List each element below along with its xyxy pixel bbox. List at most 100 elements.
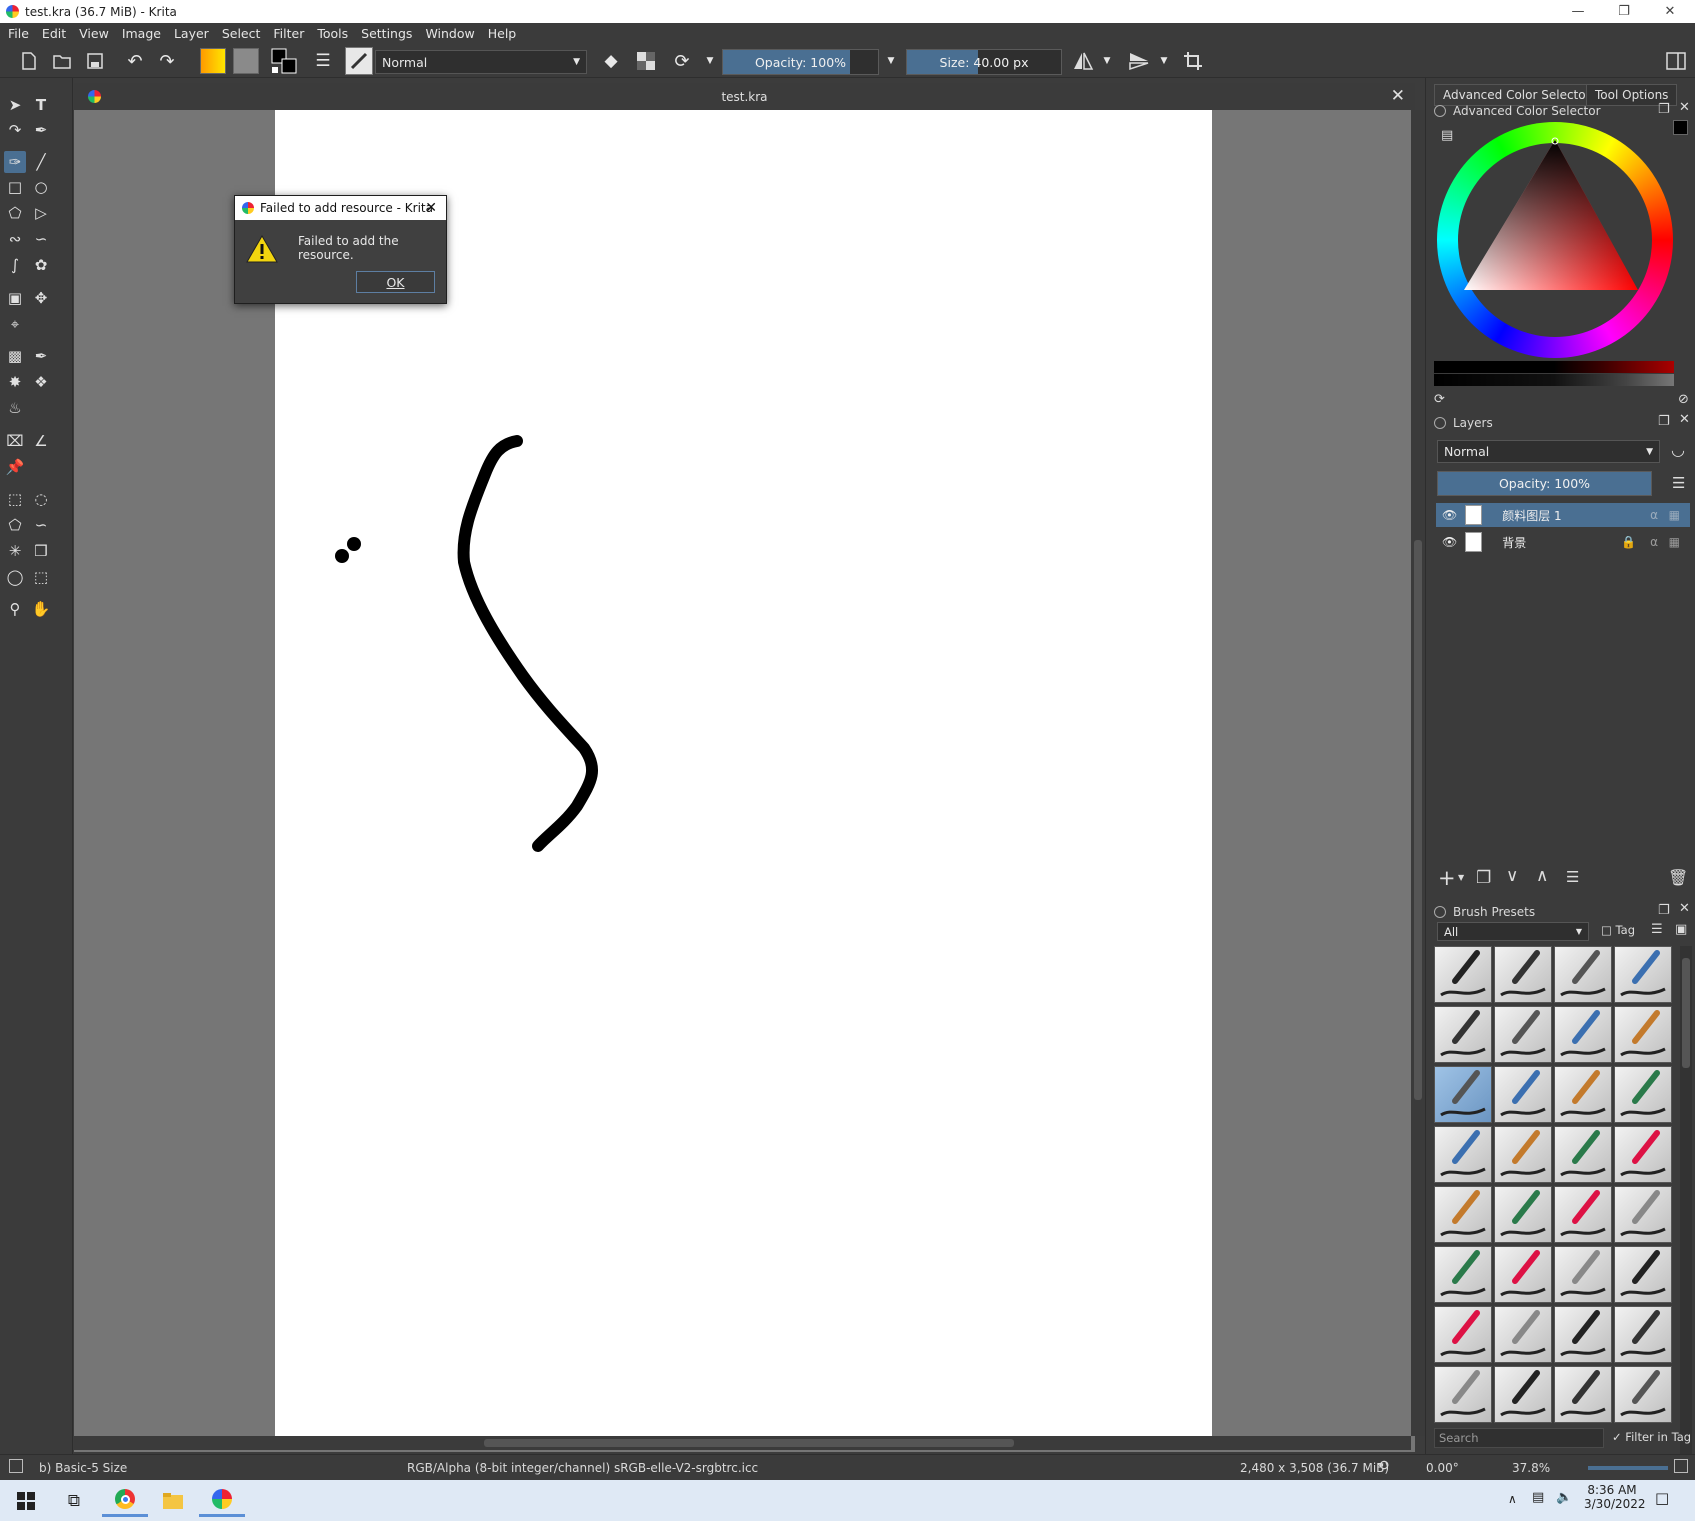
alpha-lock-icon[interactable]: α — [1650, 508, 1658, 522]
brush-grid-scrollbar[interactable] — [1680, 946, 1692, 1506]
preserve-alpha-icon[interactable] — [635, 50, 657, 72]
line-tool-icon[interactable]: ╱ — [30, 151, 52, 173]
zoom-slider[interactable] — [1588, 1466, 1668, 1470]
multibrush-tool-icon[interactable]: ✿ — [30, 254, 52, 276]
polygon-tool-icon[interactable]: ⬠ — [4, 202, 26, 224]
dynamic-brush-tool-icon[interactable]: ∫ — [4, 254, 26, 276]
fill-tool-icon[interactable]: ♨ — [4, 397, 26, 419]
opacity-dropdown-icon[interactable]: ▼ — [884, 50, 898, 72]
rectangle-tool-icon[interactable]: □ — [4, 176, 26, 198]
menu-file[interactable]: File — [8, 26, 29, 41]
brush-preset-tile[interactable] — [1614, 1006, 1672, 1063]
brush-grid-scroll-thumb[interactable] — [1682, 958, 1690, 1068]
brush-settings-icon[interactable]: ☰ — [312, 50, 334, 72]
similar-color-selection-tool-icon[interactable]: ❒ — [30, 540, 52, 562]
layer-properties-icon[interactable]: ☰ — [1566, 868, 1579, 886]
notifications-icon[interactable]: □ — [1655, 1489, 1669, 1507]
layer-opacity-slider[interactable]: Opacity: 100% — [1437, 471, 1652, 496]
document-tab[interactable]: test.kra ✕ — [74, 83, 1415, 110]
duplicate-layer-icon[interactable]: ❐ — [1476, 868, 1491, 888]
calligraphy-tool-icon[interactable]: ✒ — [30, 119, 52, 141]
reference-images-tool-icon[interactable]: 📌 — [4, 456, 26, 478]
menu-layer[interactable]: Layer — [174, 26, 209, 41]
edit-shapes-tool-icon[interactable]: ↷ — [4, 119, 26, 141]
brush-preset-tile[interactable] — [1494, 1126, 1552, 1183]
freehand-path-tool-icon[interactable]: ∽ — [30, 228, 52, 250]
inherit-alpha-icon[interactable]: ▦ — [1669, 535, 1680, 549]
move-layer-up-icon[interactable]: ∧ — [1536, 866, 1548, 886]
mirror-horizontal-icon[interactable] — [1071, 50, 1095, 72]
toggle-dockers-icon[interactable] — [1664, 50, 1688, 72]
elliptical-selection-tool-icon[interactable]: ◌ — [30, 488, 52, 510]
brush-preset-tile[interactable] — [1554, 1246, 1612, 1303]
menu-edit[interactable]: Edit — [42, 26, 66, 41]
brush-preset-tile[interactable] — [1494, 1186, 1552, 1243]
brush-preset-tile[interactable] — [1434, 946, 1492, 1003]
fit-screen-icon[interactable] — [1674, 1459, 1688, 1473]
blend-mode-select[interactable]: Normal ▼ — [375, 50, 587, 74]
float-docker-icon[interactable]: ❐ — [1658, 903, 1670, 918]
inherit-alpha-icon[interactable]: ▦ — [1669, 508, 1680, 522]
freehand-selection-tool-icon[interactable]: ∽ — [30, 514, 52, 536]
alpha-lock-icon[interactable]: α — [1650, 535, 1658, 549]
brush-preset-tile[interactable] — [1434, 1366, 1492, 1423]
pan-tool-icon[interactable]: ✋ — [30, 598, 52, 620]
reload-preset-icon[interactable]: ⟳ — [671, 50, 693, 72]
bezier-selection-tool-icon[interactable]: ◯ — [4, 566, 26, 588]
drawing-canvas[interactable] — [275, 110, 1212, 1436]
move-layer-down-icon[interactable]: ∨ — [1506, 866, 1518, 886]
close-window-button[interactable]: ✕ — [1647, 0, 1693, 23]
rotation-reset-icon[interactable]: ⟲ — [1377, 1458, 1389, 1474]
assistant-tool-icon[interactable]: ⌧ — [4, 430, 26, 452]
layer-row-paint[interactable]: 👁 颜料图层 1 α ▦ — [1436, 503, 1690, 527]
view-mode-icon[interactable]: ☰ — [1651, 922, 1663, 937]
windows-start-icon[interactable] — [3, 1484, 49, 1517]
lock-icon[interactable] — [1434, 417, 1446, 429]
brush-preset-tile[interactable] — [1494, 946, 1552, 1003]
menu-window[interactable]: Window — [425, 26, 474, 41]
add-layer-dropdown-icon[interactable]: ▼ — [1458, 873, 1464, 882]
gradient-tool-icon[interactable]: ▩ — [4, 345, 26, 367]
tag-button[interactable]: □ Tag — [1601, 923, 1635, 937]
filter-in-tag-checkbox[interactable]: ✓ Filter in Tag — [1612, 1430, 1691, 1444]
brush-preset-tile[interactable] — [1434, 1246, 1492, 1303]
close-docker-icon[interactable]: ✕ — [1679, 901, 1690, 916]
smart-patch-tool-icon[interactable]: ❖ — [30, 371, 52, 393]
restore-button[interactable]: ❐ — [1601, 0, 1647, 23]
brush-preset-tile[interactable] — [1494, 1246, 1552, 1303]
new-document-icon[interactable] — [18, 50, 40, 72]
brush-preset-tile[interactable] — [1554, 946, 1612, 1003]
chrome-icon[interactable] — [102, 1484, 148, 1517]
ellipse-tool-icon[interactable]: ○ — [30, 176, 52, 198]
brush-preset-tile[interactable] — [1614, 1126, 1672, 1183]
pattern-selector[interactable] — [233, 48, 259, 74]
text-tool-icon[interactable]: T — [30, 94, 52, 116]
color-shade-bar-2[interactable] — [1434, 374, 1674, 386]
menu-help[interactable]: Help — [488, 26, 517, 41]
layer-filter-icon[interactable]: ◡ — [1671, 440, 1685, 459]
brush-preset-tile[interactable] — [1614, 1306, 1672, 1363]
volume-icon[interactable]: 🔈 — [1556, 1490, 1572, 1505]
brush-preset-tile[interactable] — [1554, 1366, 1612, 1423]
ok-button[interactable]: OK — [356, 271, 435, 293]
color-shade-bar-1[interactable] — [1434, 361, 1674, 373]
task-view-icon[interactable]: ⧉ — [51, 1484, 97, 1517]
open-document-icon[interactable] — [51, 50, 73, 72]
undo-icon[interactable]: ↶ — [124, 50, 146, 72]
menu-view[interactable]: View — [79, 26, 109, 41]
brush-preset-tile[interactable] — [1614, 1066, 1672, 1123]
menu-image[interactable]: Image — [122, 26, 161, 41]
lock-icon[interactable] — [1434, 906, 1446, 918]
float-docker-icon[interactable]: ❐ — [1658, 414, 1670, 429]
tray-chevron-up-icon[interactable]: ∧ — [1508, 1492, 1517, 1506]
transform-tool-icon[interactable]: ▣ — [4, 287, 26, 309]
brush-preset-tile[interactable] — [1494, 1306, 1552, 1363]
selection-display-icon[interactable] — [9, 1459, 23, 1473]
gradient-selector[interactable] — [200, 48, 226, 74]
vertical-scroll-thumb[interactable] — [1414, 540, 1422, 1100]
brush-tag-filter-select[interactable]: All ▼ — [1437, 922, 1589, 941]
dialog-close-icon[interactable]: ✕ — [425, 200, 437, 216]
color-sampler-tool-icon[interactable]: ✒ — [30, 345, 52, 367]
menu-filter[interactable]: Filter — [273, 26, 304, 41]
menu-tools[interactable]: Tools — [317, 26, 348, 41]
